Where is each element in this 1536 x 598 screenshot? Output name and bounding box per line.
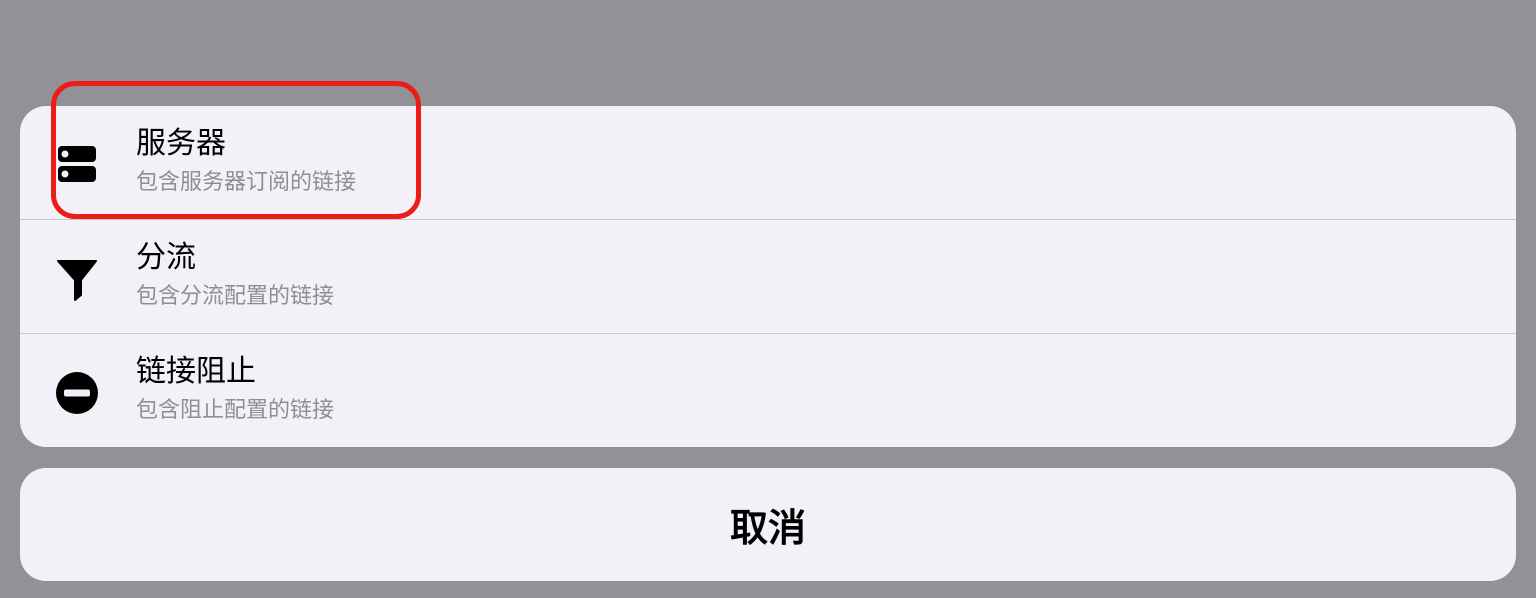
cancel-label: 取消	[729, 506, 806, 550]
option-title: 链接阻止	[136, 354, 256, 389]
option-subtitle: 包含阻止配置的链接	[136, 398, 335, 423]
option-filter[interactable]: 分流 包含分流配置的链接	[20, 220, 1516, 333]
option-block[interactable]: 链接阻止 包含阻止配置的链接	[20, 334, 1516, 447]
highlight-box	[51, 81, 421, 219]
cancel-button[interactable]: 取消	[20, 468, 1516, 581]
block-icon	[54, 370, 100, 416]
filter-icon	[54, 256, 100, 302]
option-title: 分流	[136, 240, 196, 275]
option-subtitle: 包含分流配置的链接	[136, 284, 335, 309]
